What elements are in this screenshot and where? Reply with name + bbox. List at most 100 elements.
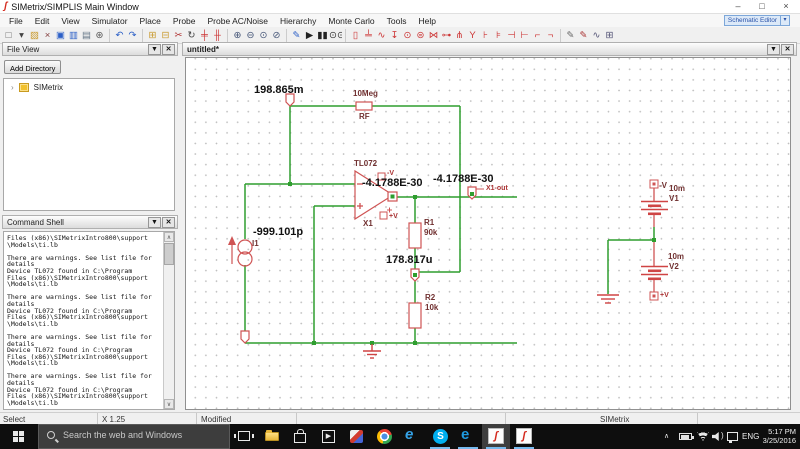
zoom-in-icon[interactable]: ⊕ [231,28,244,43]
scroll-up-icon[interactable]: ∧ [164,232,174,242]
undo-icon[interactable]: ↶ [113,28,126,43]
resistor-r2[interactable] [409,303,421,328]
vneg-terminal-label[interactable]: -V [659,181,667,190]
paint-app-button[interactable] [342,424,370,449]
chevron-down-icon[interactable]: ▾ [781,15,790,26]
bus-mode-icon[interactable]: ╫ [211,28,224,43]
file-view-header[interactable]: File View ▼ ✕ [2,42,178,56]
search-input[interactable] [63,430,223,440]
edge-button[interactable]: e [454,424,482,449]
separator[interactable] [142,29,143,42]
task-view-button[interactable] [230,424,258,449]
schematic-canvas[interactable]: 198.865m 10Meg RF TL072 -V -4.1788E-30 -… [185,57,791,410]
close-panel-icon[interactable]: ✕ [162,217,175,228]
draw-wire-icon[interactable]: ✎ [290,28,303,43]
close-panel-icon[interactable]: ✕ [162,44,175,55]
wires[interactable] [245,106,654,343]
paste-icon[interactable]: ⊟ [159,28,172,43]
start-button[interactable] [0,424,38,449]
collapse-panel-icon[interactable]: ▼ [767,44,780,55]
simetrix-window-button-active[interactable]: ʃ [482,424,510,449]
tray-chevron-icon[interactable]: ∧ [664,432,669,440]
command-shell-header[interactable]: Command Shell ▼ ✕ [2,215,178,229]
transformer-icon[interactable]: ⋈ [427,28,440,43]
opamp-pos-pin-label[interactable]: +V [389,213,398,220]
ground-symbol-right[interactable] [597,295,619,303]
simetrix-window-button[interactable]: ʃ [510,424,538,449]
out-value-1-label[interactable]: -4.1788E-30 [362,177,423,189]
i1-value-label[interactable]: -999.101p [253,226,303,238]
r1-value-label[interactable]: 90k [424,228,437,237]
expander-icon[interactable]: › [11,83,14,92]
scroll-thumb[interactable] [164,243,174,265]
skype-button[interactable]: S [426,424,454,449]
separator[interactable] [345,29,346,42]
resistor-icon[interactable]: ▯ [349,28,362,43]
maximize-button[interactable]: □ [750,0,774,13]
scroll-down-icon[interactable]: ∨ [164,399,174,409]
wifi-icon[interactable] [697,432,709,441]
terminal-symbol[interactable] [241,331,249,343]
wire-mode-icon[interactable]: ╪ [198,28,211,43]
close-button[interactable]: × [774,0,798,13]
internet-explorer-button[interactable]: e [398,424,426,449]
v2-value-label[interactable]: 10m [668,252,684,261]
separator[interactable] [286,29,287,42]
schematic-tab-header[interactable]: untitled* ▼ ✕ [182,42,797,56]
battery-icon[interactable] [679,433,692,440]
store-button[interactable] [286,424,314,449]
current-source-i1[interactable] [228,236,252,266]
ground-icon[interactable]: ╧ [362,28,375,43]
ic-pins-left-icon[interactable]: ⊣ [505,28,518,43]
language-indicator[interactable]: ENG [742,432,759,441]
settings-gear-icon[interactable]: ⊛ [93,28,106,43]
pause-icon[interactable]: ▮▮ [316,28,329,43]
r2-name-label[interactable]: R2 [425,293,435,302]
mode-selector-label[interactable]: Schematic Editor [724,15,781,26]
opamp-name-label[interactable]: X1 [363,219,373,228]
r2-value-label[interactable]: 10k [425,303,438,312]
cut-icon[interactable]: ✂ [172,28,185,43]
zoom-out-icon[interactable]: ⊖ [244,28,257,43]
menu-item[interactable]: Monte Carlo [322,14,380,27]
menu-item[interactable]: Place [134,14,167,27]
movies-tv-button[interactable]: ▶ [314,424,342,449]
save-as-icon[interactable]: ▥ [67,28,80,43]
menu-item[interactable]: Probe AC/Noise [202,14,274,27]
menu-item[interactable]: File [3,14,29,27]
out-net-label[interactable]: X1-out [486,185,508,192]
zoom-fit-icon[interactable]: ⊙ [257,28,270,43]
menu-item[interactable]: Tools [381,14,413,27]
menu-item[interactable]: Hierarchy [274,14,322,27]
new-schematic-icon[interactable]: □ [2,28,15,43]
minimize-button[interactable]: – [726,0,750,13]
redo-icon[interactable]: ↷ [126,28,139,43]
rf-value-label[interactable]: 10Meg [353,89,378,98]
tree-item-simetrix[interactable]: › SIMetrix [4,79,174,92]
save-icon[interactable]: ▣ [54,28,67,43]
new-dropdown-icon[interactable]: ▾ [15,28,28,43]
menu-item[interactable]: View [55,14,85,27]
collapse-panel-icon[interactable]: ▼ [148,217,161,228]
chrome-button[interactable] [370,424,398,449]
close-file-icon[interactable]: × [41,28,54,43]
resistor-r1[interactable] [409,223,421,248]
opamp-model-label[interactable]: TL072 [354,159,377,168]
v1-value-label[interactable]: 10m [669,184,685,193]
annotate-pencil-icon[interactable]: ✎ [564,28,577,43]
hierarchy-up-icon[interactable]: ⌐ [531,28,544,43]
separator[interactable] [560,29,561,42]
resistor-rf[interactable] [356,102,372,110]
close-panel-icon[interactable]: ✕ [781,44,794,55]
copy-icon[interactable]: ⊞ [146,28,159,43]
command-shell-output[interactable]: Files (x86)\SIMetrixIntro800\support\Mod… [3,231,175,410]
i1-name-label[interactable]: I1 [252,239,259,248]
find-icon[interactable]: ⊙⊙ [329,28,342,43]
vpos-terminal-label[interactable]: +V [660,292,669,299]
menu-item[interactable]: Simulator [86,14,134,27]
pmos-icon[interactable]: ⊧ [492,28,505,43]
pnp-transistor-icon[interactable]: Y [466,28,479,43]
collapse-panel-icon[interactable]: ▼ [148,44,161,55]
file-explorer-button[interactable] [258,424,286,449]
v1-name-label[interactable]: V1 [669,194,679,203]
